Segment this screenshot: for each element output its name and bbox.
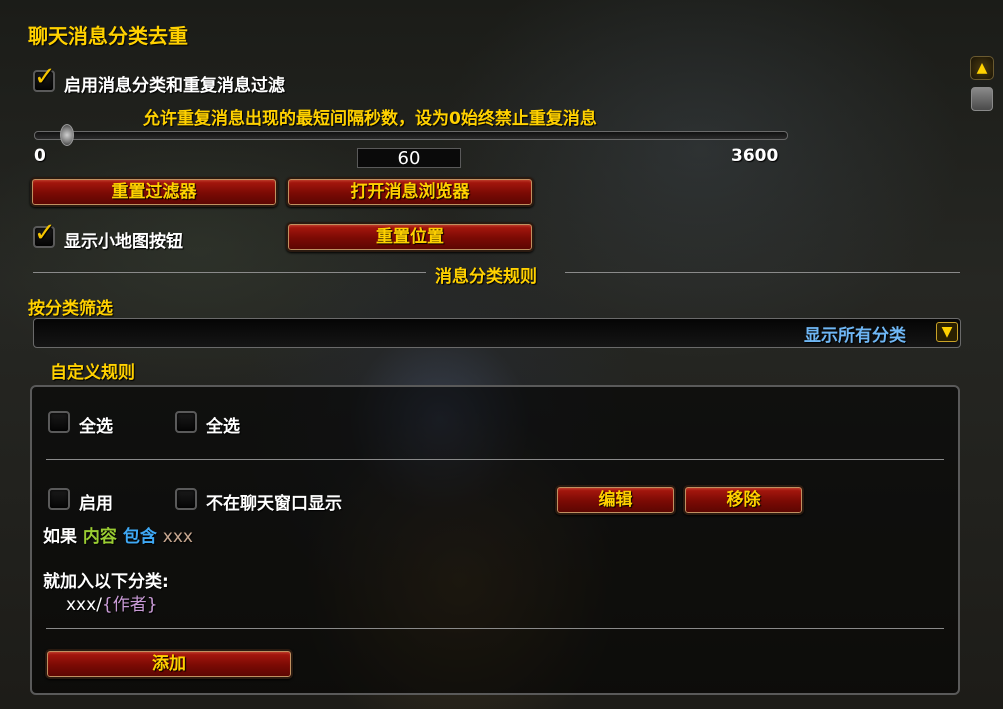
enable-filter-label: 启用消息分类和重复消息过滤 xyxy=(64,76,285,96)
rule-category: xxx/{作者} xyxy=(66,590,158,615)
interval-slider[interactable] xyxy=(34,131,788,140)
filter-by-label: 按分类筛选 xyxy=(28,299,113,319)
minimap-checkbox[interactable]: ✓ xyxy=(33,220,56,248)
divider-right xyxy=(565,272,960,273)
rule-hide-chat-checkbox[interactable] xyxy=(175,488,197,510)
arrow-down-icon[interactable]: ▼ xyxy=(936,322,958,342)
rule-operator: 包含 xyxy=(122,527,157,547)
scrollbar-thumb[interactable] xyxy=(971,87,993,111)
open-browser-button[interactable]: 打开消息浏览器 xyxy=(286,177,534,207)
edit-rule-button[interactable]: 编辑 xyxy=(555,485,676,515)
rule-field: 内容 xyxy=(82,527,117,547)
select-all-checkbox-1[interactable] xyxy=(48,411,70,433)
rules-divider-top xyxy=(46,459,944,460)
reset-position-button[interactable]: 重置位置 xyxy=(286,222,534,252)
rule-category-author: {作者} xyxy=(101,595,158,615)
divider-left xyxy=(33,272,426,273)
check-icon: ✓ xyxy=(34,62,56,92)
section-rules-title: 消息分类规则 xyxy=(435,267,537,287)
rule-enable-label: 启用 xyxy=(79,494,113,514)
select-all-checkbox-2[interactable] xyxy=(175,411,197,433)
rule-hide-chat-label: 不在聊天窗口显示 xyxy=(206,494,342,514)
check-icon: ✓ xyxy=(34,218,56,248)
slider-thumb[interactable] xyxy=(60,124,74,146)
slider-min: 0 xyxy=(34,146,46,166)
add-rule-button[interactable]: 添加 xyxy=(45,649,293,679)
enable-filter-checkbox[interactable]: ✓ xyxy=(33,64,56,92)
slider-caption: 允许重复消息出现的最短间隔秒数，设为0始终禁止重复消息 xyxy=(143,109,597,129)
slider-value-box[interactable]: 60 xyxy=(357,148,461,169)
rule-enable-checkbox[interactable] xyxy=(48,488,70,510)
panel-title: 聊天消息分类去重 xyxy=(28,24,188,48)
rules-divider-bottom xyxy=(46,628,944,629)
rule-category-name: xxx xyxy=(66,595,97,615)
category-dropdown-value: 显示所有分类 xyxy=(804,326,906,346)
custom-rules-title: 自定义规则 xyxy=(50,363,135,383)
scroll-up-icon[interactable]: ▲ xyxy=(970,56,994,80)
reset-filter-button[interactable]: 重置过滤器 xyxy=(30,177,278,207)
minimap-label: 显示小地图按钮 xyxy=(64,232,183,252)
remove-rule-button[interactable]: 移除 xyxy=(683,485,804,515)
select-all-label-1: 全选 xyxy=(79,417,113,437)
select-all-label-2: 全选 xyxy=(206,417,240,437)
rule-pattern: xxx xyxy=(162,527,193,547)
rule-if: 如果 xyxy=(43,527,77,547)
slider-max: 3600 xyxy=(731,146,779,166)
rule-condition: 如果 内容 包含 xxx xyxy=(43,522,193,547)
rule-then-label: 就加入以下分类: xyxy=(43,572,169,592)
